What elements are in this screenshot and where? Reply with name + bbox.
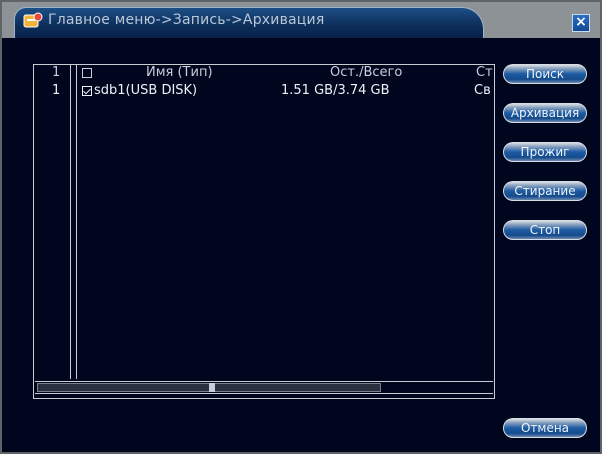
header-status: Ст — [476, 65, 493, 80]
stop-button[interactable]: Стоп — [503, 220, 587, 240]
row-checkbox[interactable] — [82, 86, 92, 96]
titlebar: Главное меню->Запись->Архивация × — [2, 2, 600, 38]
burn-button[interactable]: Прожиг — [503, 142, 587, 162]
row-status: Св — [474, 83, 491, 98]
archive-window: Главное меню->Запись->Архивация × 1 Имя … — [0, 0, 602, 454]
header-name: Имя (Тип) — [146, 65, 213, 80]
cancel-button[interactable]: Отмена — [503, 418, 587, 438]
row-name: sdb1(USB DISK) — [94, 83, 198, 98]
close-icon[interactable]: × — [572, 14, 590, 32]
column-divider — [76, 65, 77, 379]
erase-button[interactable]: Стирание — [503, 181, 587, 201]
archive-button[interactable]: Архивация — [503, 103, 587, 123]
column-divider — [70, 65, 71, 379]
scrollbar-thumb[interactable] — [209, 383, 215, 392]
header-index: 1 — [52, 65, 61, 80]
header-space: Ост./Всего — [330, 65, 403, 80]
row-index: 1 — [52, 83, 61, 98]
row-space: 1.51 GB/3.74 GB — [281, 83, 390, 98]
window-title: Главное меню->Запись->Архивация — [48, 12, 325, 28]
menu-icon — [23, 12, 43, 28]
select-all-checkbox[interactable] — [82, 68, 92, 78]
device-list: 1 Имя (Тип) Ост./Всего Ст 1 sdb1(USB DIS… — [33, 64, 495, 399]
search-button[interactable]: Поиск — [503, 64, 587, 84]
horizontal-scrollbar[interactable] — [35, 381, 493, 394]
